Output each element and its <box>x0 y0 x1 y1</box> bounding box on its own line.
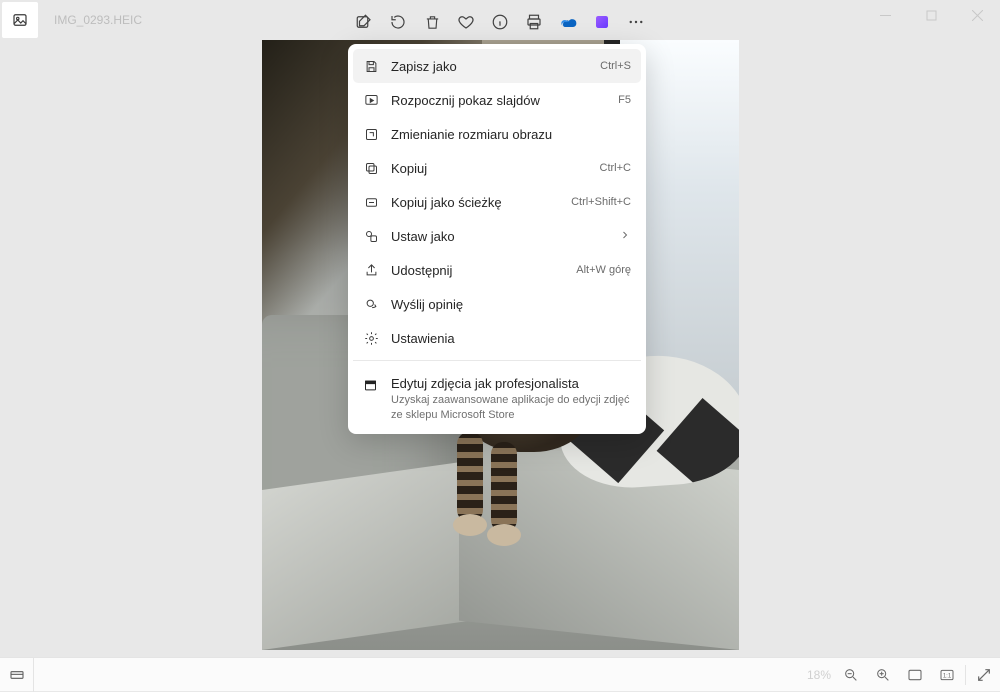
set-as-icon <box>363 228 379 244</box>
clipchamp-icon[interactable] <box>592 12 612 32</box>
status-bar: 18% 1:1 <box>0 657 1000 691</box>
play-icon <box>363 92 379 108</box>
more-menu-dropdown: Zapisz jako Ctrl+S Rozpocznij pokaz slaj… <box>348 44 646 434</box>
menu-shortcut: Ctrl+S <box>600 60 631 72</box>
onedrive-icon[interactable] <box>558 12 578 32</box>
svg-text:1:1: 1:1 <box>943 673 952 679</box>
menu-label: Wyślij opinię <box>391 297 631 312</box>
chevron-right-icon <box>619 229 631 244</box>
gear-icon <box>363 330 379 346</box>
filmstrip-toggle[interactable] <box>0 658 34 692</box>
menu-shortcut: F5 <box>618 94 631 106</box>
menu-label: Kopiuj jako ścieżkę <box>391 195 559 210</box>
menu-label: Zapisz jako <box>391 59 588 74</box>
resize-icon <box>363 126 379 142</box>
title-bar: IMG_0293.HEIC <box>0 0 1000 40</box>
fit-window-button[interactable] <box>899 658 931 692</box>
menu-label: Ustawienia <box>391 331 631 346</box>
promo-title: Edytuj zdjęcia jak profesjonalista <box>391 376 631 391</box>
maximize-button[interactable] <box>908 0 954 30</box>
store-icon <box>363 378 379 394</box>
menu-share[interactable]: Udostępnij Alt+W górę <box>353 253 641 287</box>
feedback-icon <box>363 296 379 312</box>
info-icon[interactable] <box>490 12 510 32</box>
menu-settings[interactable]: Ustawienia <box>353 321 641 355</box>
print-icon[interactable] <box>524 12 544 32</box>
menu-feedback[interactable]: Wyślij opinię <box>353 287 641 321</box>
menu-slideshow[interactable]: Rozpocznij pokaz slajdów F5 <box>353 83 641 117</box>
favorite-icon[interactable] <box>456 12 476 32</box>
menu-copy-path[interactable]: Kopiuj jako ścieżkę Ctrl+Shift+C <box>353 185 641 219</box>
menu-label: Udostępnij <box>391 263 564 278</box>
zoom-in-button[interactable] <box>867 658 899 692</box>
window-controls <box>862 0 1000 30</box>
menu-label: Kopiuj <box>391 161 588 176</box>
copy-path-icon <box>363 194 379 210</box>
copy-icon <box>363 160 379 176</box>
minimize-button[interactable] <box>862 0 908 30</box>
menu-set-as[interactable]: Ustaw jako <box>353 219 641 253</box>
menu-resize[interactable]: Zmienianie rozmiaru obrazu <box>353 117 641 151</box>
top-toolbar <box>354 8 646 36</box>
save-icon <box>363 58 379 74</box>
menu-label: Ustaw jako <box>391 229 607 244</box>
menu-edit-pro[interactable]: Edytuj zdjęcia jak profesjonalista Uzysk… <box>353 366 641 429</box>
share-icon <box>363 262 379 278</box>
close-button[interactable] <box>954 0 1000 30</box>
file-name: IMG_0293.HEIC <box>54 13 142 27</box>
menu-save-as[interactable]: Zapisz jako Ctrl+S <box>353 49 641 83</box>
menu-label: Rozpocznij pokaz slajdów <box>391 93 606 108</box>
zoom-level: 18% <box>807 668 831 682</box>
menu-separator <box>353 360 641 361</box>
promo-description: Uzyskaj zaawansowane aplikacje do edycji… <box>391 393 631 423</box>
zoom-out-button[interactable] <box>835 658 867 692</box>
menu-shortcut: Ctrl+C <box>600 162 631 174</box>
edit-icon[interactable] <box>354 12 374 32</box>
menu-shortcut: Alt+W górę <box>576 264 631 276</box>
menu-shortcut: Ctrl+Shift+C <box>571 196 631 208</box>
actual-size-button[interactable]: 1:1 <box>931 658 963 692</box>
menu-copy[interactable]: Kopiuj Ctrl+C <box>353 151 641 185</box>
fullscreen-button[interactable] <box>968 658 1000 692</box>
rotate-icon[interactable] <box>388 12 408 32</box>
more-icon[interactable] <box>626 12 646 32</box>
app-icon[interactable] <box>2 2 38 38</box>
menu-label: Zmienianie rozmiaru obrazu <box>391 127 631 142</box>
delete-icon[interactable] <box>422 12 442 32</box>
